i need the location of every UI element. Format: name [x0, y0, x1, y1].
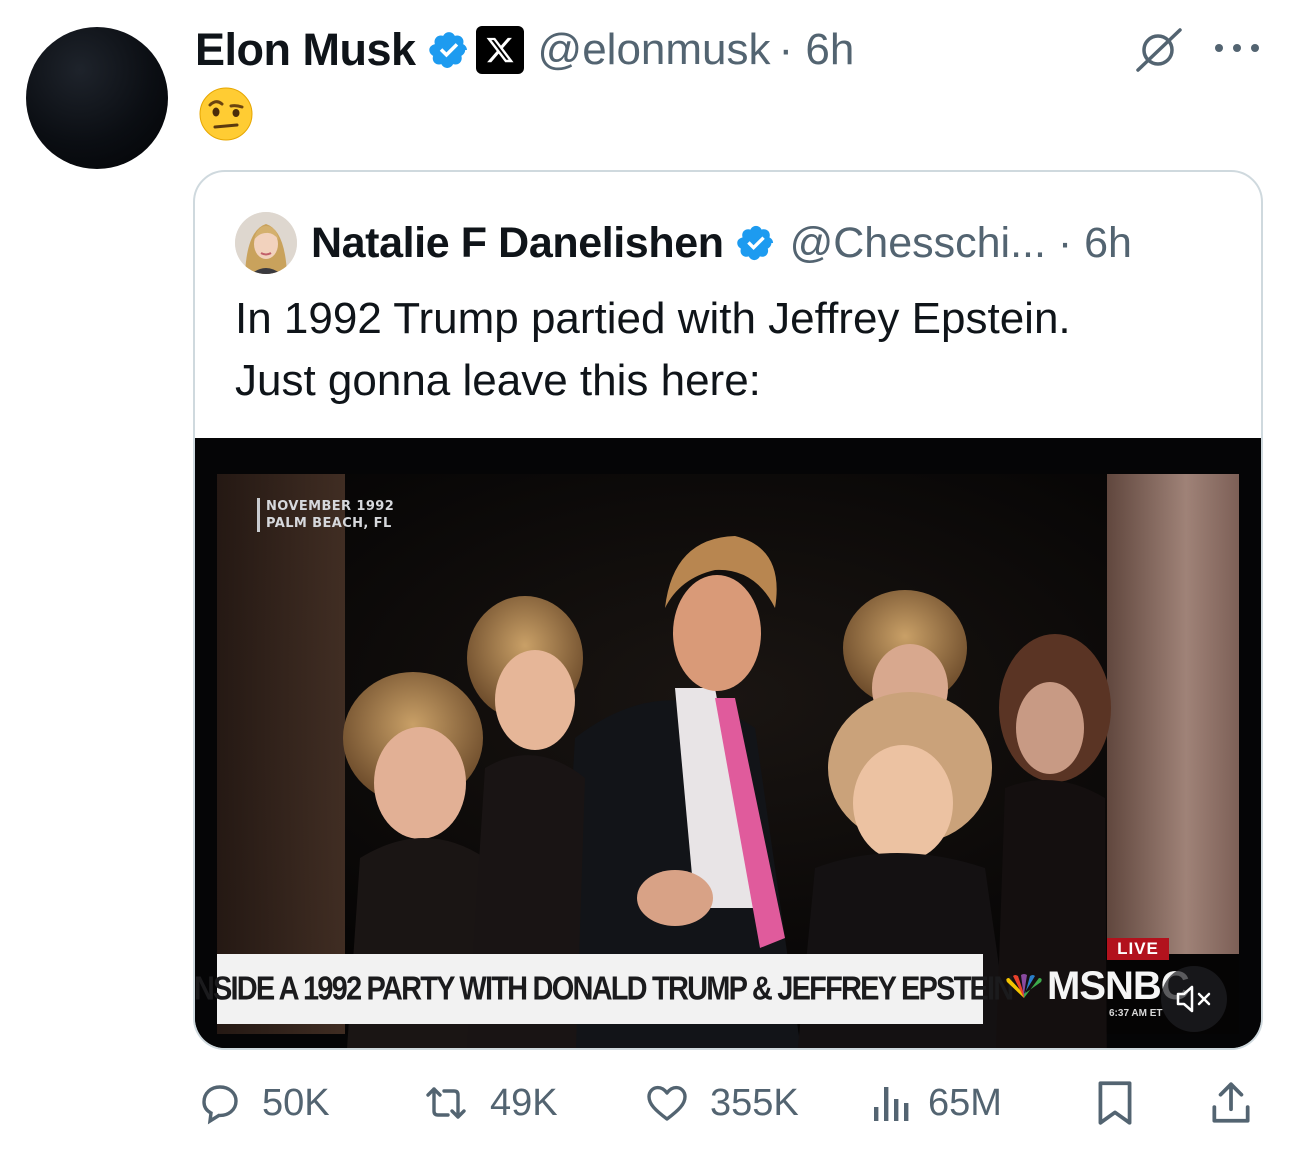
verified-badge-icon — [428, 32, 467, 68]
video-datestamp: NOVEMBER 1992 PALM BEACH, FL — [257, 498, 394, 532]
repost-icon — [426, 1087, 466, 1119]
reply-icon — [202, 1085, 238, 1125]
bookmark-icon — [1098, 1081, 1132, 1125]
tweet-timestamp[interactable]: · 6h — [779, 25, 855, 75]
video-player[interactable]: NOVEMBER 1992 PALM BEACH, FL INSIDE A 19… — [195, 438, 1261, 1048]
like-icon — [647, 1085, 687, 1121]
author-name[interactable]: Elon Musk — [195, 24, 416, 76]
views-count: 65M — [928, 1081, 1002, 1124]
peacock-icon — [1006, 973, 1042, 998]
video-date-line: NOVEMBER 1992 — [266, 499, 395, 514]
grok-icon[interactable] — [1130, 26, 1186, 74]
video-lower-third: INSIDE A 1992 PARTY WITH DONALD TRUMP & … — [195, 954, 1014, 1024]
like-button[interactable]: 355K — [640, 1070, 799, 1136]
repost-button[interactable]: 49K — [418, 1070, 558, 1136]
views-icon — [874, 1087, 909, 1121]
quoted-author-name[interactable]: Natalie F Danelishen — [311, 219, 724, 268]
reply-button[interactable]: 50K — [194, 1070, 330, 1136]
quoted-tweet-text: In 1992 Trump partied with Jeffrey Epste… — [235, 288, 1235, 412]
video-location-line: PALM BEACH, FL — [266, 516, 392, 531]
tweet-header: Elon Musk @elonmusk · 6h — [195, 22, 854, 78]
quoted-author-avatar[interactable] — [235, 212, 297, 274]
views-button[interactable]: 65M — [868, 1070, 1002, 1136]
mute-icon — [1176, 985, 1211, 1013]
quoted-author-handle[interactable]: @Chesschi... · 6h — [790, 219, 1132, 268]
mute-button[interactable] — [1161, 966, 1227, 1032]
quoted-text-line: In 1992 Trump partied with Jeffrey Epste… — [235, 294, 1071, 343]
raised-eyebrow-emoji — [199, 87, 253, 141]
live-badge: LIVE — [1107, 938, 1169, 960]
lower-third-text: INSIDE A 1992 PARTY WITH DONALD TRUMP & … — [195, 970, 1014, 1007]
bookmark-button[interactable] — [1094, 1070, 1136, 1136]
quoted-text-line: Just gonna leave this here: — [235, 356, 761, 405]
share-button[interactable] — [1208, 1070, 1254, 1136]
x-logo-icon — [475, 26, 524, 74]
quoted-verified-badge-icon — [736, 225, 773, 261]
quoted-tweet-card[interactable]: Natalie F Danelishen @Chesschi... · 6h I… — [193, 170, 1263, 1050]
like-count: 355K — [710, 1081, 799, 1124]
action-bar: 50K 49K 355K 65M — [0, 1070, 1290, 1136]
reply-count: 50K — [262, 1081, 330, 1124]
broadcast-clock: 6:37 AM ET — [1109, 1008, 1163, 1019]
author-handle[interactable]: @elonmusk — [538, 25, 771, 75]
more-icon[interactable] — [1212, 40, 1262, 56]
repost-count: 49K — [490, 1081, 558, 1124]
quoted-tweet-header: Natalie F Danelishen @Chesschi... · 6h — [235, 210, 1132, 276]
share-icon — [1212, 1082, 1250, 1123]
author-avatar[interactable] — [26, 27, 168, 169]
